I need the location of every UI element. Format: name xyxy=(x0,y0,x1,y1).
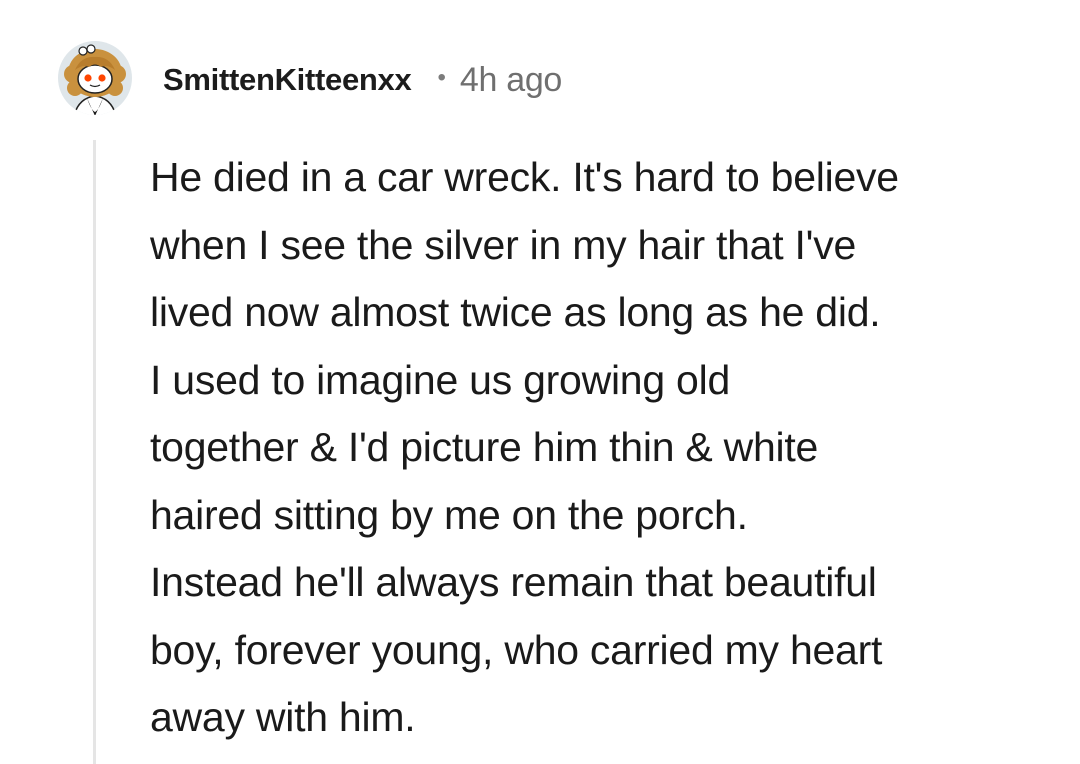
username-link[interactable]: SmittenKitteenxx xyxy=(163,62,412,98)
comment-header: SmittenKitteenxx • 4h ago xyxy=(163,58,562,102)
thread-collapse-line[interactable] xyxy=(93,140,96,764)
comment-body-line: lived now almost twice as long as he did… xyxy=(150,289,881,335)
comment-body-line: boy, forever young, who carried my heart xyxy=(150,626,883,673)
comment-body: He died in a car wreck. It's hard to bel… xyxy=(150,144,1055,752)
comment-body-line: together & I'd picture him thin & white xyxy=(150,424,819,470)
comment-body-line: haired sitting by me on the porch. xyxy=(150,491,748,538)
meta-separator: • xyxy=(437,64,446,91)
comment-body-line: away with him. xyxy=(150,694,416,740)
comment-body-line: I used to imagine us growing old xyxy=(150,356,731,403)
comment: SmittenKitteenxx • 4h ago He died in a c… xyxy=(0,0,1080,764)
comment-body-line: Instead he'll always remain that beautif… xyxy=(150,559,877,605)
comment-body-line: when I see the silver in my hair that I'… xyxy=(150,221,857,268)
user-avatar[interactable] xyxy=(57,40,133,116)
comment-timestamp[interactable]: 4h ago xyxy=(460,61,563,100)
comment-body-line: He died in a car wreck. It's hard to bel… xyxy=(150,154,899,200)
snoo-avatar-icon xyxy=(58,41,132,115)
